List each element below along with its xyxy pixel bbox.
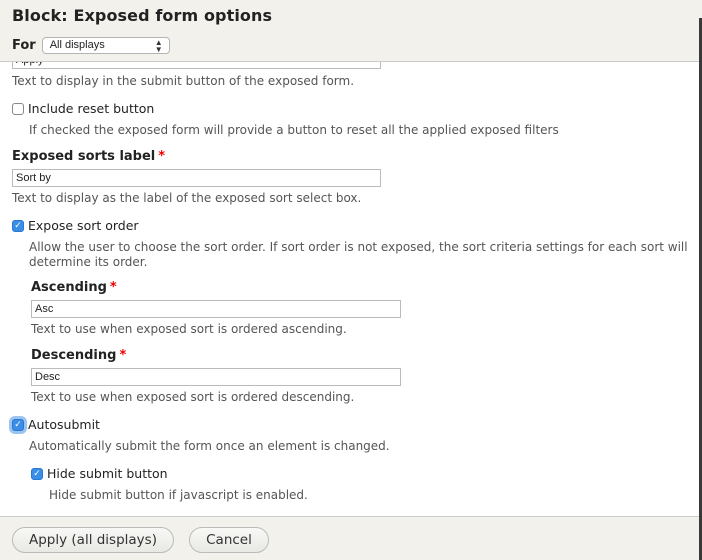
exposed-sorts-label-description: Text to display as the label of the expo… bbox=[12, 191, 362, 205]
required-marker: * bbox=[119, 348, 127, 363]
display-select-value: All displays bbox=[49, 39, 105, 51]
expose-sort-order-description-line2: determine its order. bbox=[29, 255, 148, 269]
hide-submit-description: Hide submit button if javascript is enab… bbox=[49, 488, 308, 502]
autosubmit-description: Automatically submit the form once an el… bbox=[29, 439, 390, 453]
include-reset-label[interactable]: Include reset button bbox=[28, 101, 154, 116]
hide-submit-label[interactable]: Hide submit button bbox=[47, 466, 168, 481]
include-reset-checkbox[interactable] bbox=[12, 103, 24, 115]
select-arrows-icon: ▲ ▼ bbox=[154, 38, 163, 54]
dialog-header: Block: Exposed form options For All disp… bbox=[0, 0, 699, 62]
check-icon: ✓ bbox=[14, 221, 22, 231]
include-reset-description: If checked the exposed form will provide… bbox=[29, 123, 559, 137]
autosubmit-checkbox[interactable]: ✓ bbox=[12, 419, 24, 431]
required-marker: * bbox=[158, 149, 166, 164]
descending-heading: Descending * bbox=[31, 348, 126, 363]
ascending-value: Asc bbox=[35, 303, 54, 315]
ascending-input[interactable]: Asc bbox=[31, 300, 401, 318]
submit-button-text-description: Text to display in the submit button of … bbox=[12, 74, 355, 88]
for-label: For bbox=[12, 38, 36, 53]
dialog-footer: Apply (all displays) Cancel bbox=[0, 516, 699, 560]
apply-all-displays-button[interactable]: Apply (all displays) bbox=[12, 527, 174, 553]
exposed-sorts-label-heading: Exposed sorts label * bbox=[12, 149, 165, 164]
descending-description: Text to use when exposed sort is ordered… bbox=[31, 390, 355, 404]
hide-submit-checkbox[interactable]: ✓ bbox=[31, 468, 43, 480]
autosubmit-label[interactable]: Autosubmit bbox=[28, 417, 100, 432]
ascending-label-text: Ascending bbox=[31, 280, 107, 295]
submit-button-text-input[interactable]: Apply bbox=[12, 62, 381, 69]
display-select[interactable]: All displays ▲ ▼ bbox=[41, 37, 170, 54]
exposed-form-options-dialog: Block: Exposed form options For All disp… bbox=[0, 0, 699, 560]
dialog-content: Apply Text to display in the submit butt… bbox=[0, 62, 699, 516]
submit-button-text-value: Apply bbox=[16, 62, 44, 66]
expose-sort-order-checkbox[interactable]: ✓ bbox=[12, 220, 24, 232]
dialog-title: Block: Exposed form options bbox=[12, 6, 273, 25]
exposed-sorts-label-input[interactable]: Sort by bbox=[12, 169, 381, 187]
check-icon: ✓ bbox=[33, 469, 41, 479]
expose-sort-order-label[interactable]: Expose sort order bbox=[28, 218, 139, 233]
exposed-sorts-label-text: Exposed sorts label bbox=[12, 149, 156, 164]
descending-label-text: Descending bbox=[31, 348, 117, 363]
cancel-button[interactable]: Cancel bbox=[189, 527, 269, 553]
check-icon: ✓ bbox=[14, 420, 22, 430]
ascending-heading: Ascending * bbox=[31, 280, 117, 295]
exposed-sorts-label-value: Sort by bbox=[16, 172, 51, 184]
required-marker: * bbox=[109, 280, 117, 295]
expose-sort-order-description-line1: Allow the user to choose the sort order.… bbox=[29, 240, 688, 254]
ascending-description: Text to use when exposed sort is ordered… bbox=[31, 322, 347, 336]
descending-value: Desc bbox=[35, 371, 61, 383]
for-display-row: For All displays ▲ ▼ bbox=[12, 37, 170, 54]
descending-input[interactable]: Desc bbox=[31, 368, 401, 386]
